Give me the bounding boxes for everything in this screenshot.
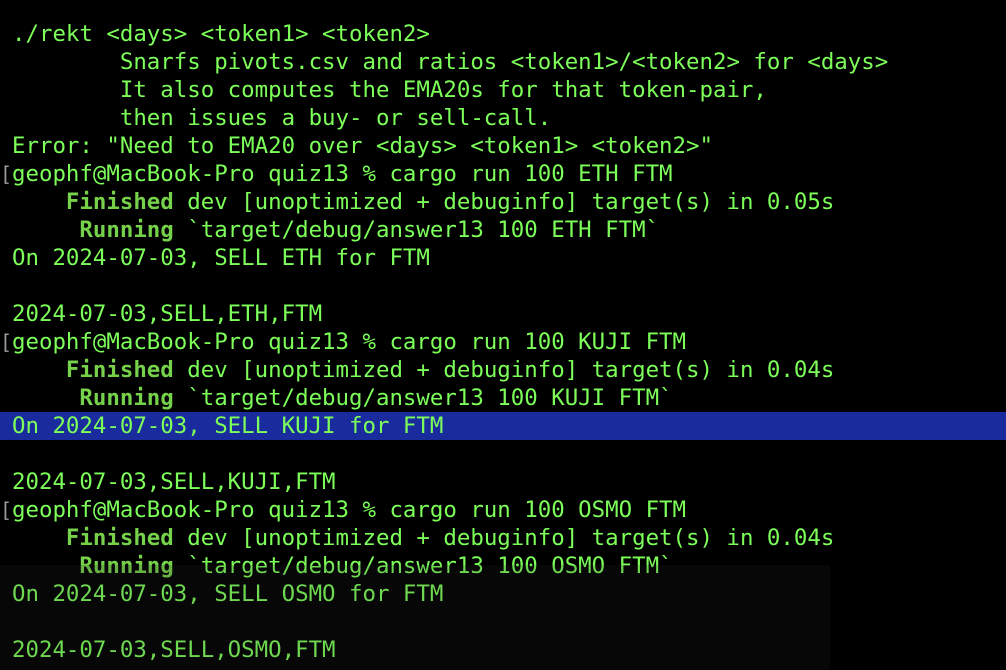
usage-description-3: then issues a buy- or sell-call. [12, 105, 552, 131]
running-label: Running [12, 217, 174, 243]
running-label: Running [12, 385, 174, 411]
running-line-osmo: Running `target/debug/answer13 100 OSMO … [0, 552, 1006, 580]
running-detail: `target/debug/answer13 100 KUJI FTM` [173, 385, 673, 411]
csv-line-eth[interactable]: 2024-07-03,SELL,ETH,FTM [0, 300, 1006, 328]
prompt-bracket: [ [0, 330, 13, 354]
finished-label: Finished [12, 189, 174, 215]
finished-line-osmo: Finished dev [unoptimized + debuginfo] t… [0, 524, 1006, 552]
csv-line-osmo[interactable]: 2024-07-03,SELL,OSMO,FTM [0, 636, 1006, 664]
terminal-window[interactable]: ./rekt <days> <token1> <token2> Snarfs p… [0, 0, 1006, 670]
finished-label: Finished [12, 525, 174, 551]
result-line-eth[interactable]: On 2024-07-03, SELL ETH for FTM [0, 244, 1006, 272]
finished-label: Finished [12, 357, 174, 383]
prompt-bracket: [ [0, 162, 13, 186]
command-prompt-kuji: [geophf@MacBook-Pro quiz13 % cargo run 1… [0, 328, 1006, 356]
prompt-bracket: [ [0, 498, 13, 522]
running-detail: `target/debug/answer13 100 OSMO FTM` [173, 553, 673, 579]
usage-command: ./rekt <days> <token1> <token2> [12, 21, 430, 47]
csv-line-kuji[interactable]: 2024-07-03,SELL,KUJI,FTM [0, 468, 1006, 496]
selected-result-line-kuji[interactable]: On 2024-07-03, SELL KUJI for FTM [0, 412, 1006, 440]
finished-line-eth: Finished dev [unoptimized + debuginfo] t… [0, 188, 1006, 216]
result-line-osmo[interactable]: On 2024-07-03, SELL OSMO for FTM [0, 580, 1006, 608]
running-detail: `target/debug/answer13 100 ETH FTM` [173, 217, 660, 243]
running-line-kuji: Running `target/debug/answer13 100 KUJI … [0, 384, 1006, 412]
finished-detail: dev [unoptimized + debuginfo] target(s) … [173, 189, 835, 215]
finished-line-kuji: Finished dev [unoptimized + debuginfo] t… [0, 356, 1006, 384]
running-label: Running [12, 553, 174, 579]
prompt-command: geophf@MacBook-Pro quiz13 % cargo run 10… [12, 161, 673, 187]
finished-detail: dev [unoptimized + debuginfo] target(s) … [173, 357, 835, 383]
error-message: Error: "Need to EMA20 over <days> <token… [12, 133, 713, 159]
finished-detail: dev [unoptimized + debuginfo] target(s) … [173, 525, 835, 551]
command-prompt-eth: [geophf@MacBook-Pro quiz13 % cargo run 1… [0, 160, 1006, 188]
running-line-eth: Running `target/debug/answer13 100 ETH F… [0, 216, 1006, 244]
command-prompt-osmo: [geophf@MacBook-Pro quiz13 % cargo run 1… [0, 496, 1006, 524]
prompt-command: geophf@MacBook-Pro quiz13 % cargo run 10… [12, 497, 687, 523]
prompt-command: geophf@MacBook-Pro quiz13 % cargo run 10… [12, 329, 687, 355]
usage-description-1: Snarfs pivots.csv and ratios <token1>/<t… [12, 49, 889, 75]
usage-description-2: It also computes the EMA20s for that tok… [12, 77, 767, 103]
